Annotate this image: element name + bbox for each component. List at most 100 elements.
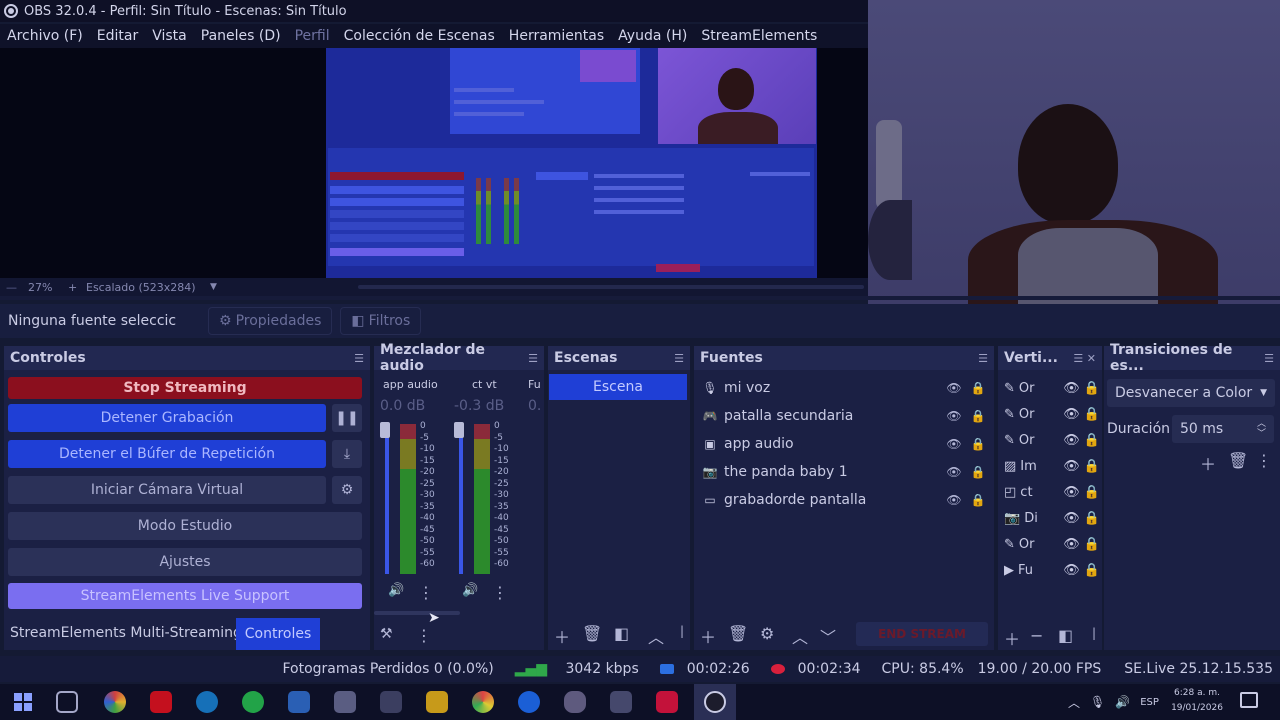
streamelements-support-button[interactable]: StreamElements Live Support [8, 583, 362, 609]
properties-button[interactable]: ⚙ Propiedades [208, 307, 333, 335]
save-replay-button[interactable]: ⤓ [332, 440, 362, 468]
dock-menu-icon[interactable]: ☰ [978, 352, 988, 365]
move-source-up-button[interactable]: ︿ [792, 624, 808, 648]
vertical-source-more-button[interactable]: | [1092, 626, 1096, 640]
remove-vertical-source-button[interactable]: − [1030, 626, 1043, 645]
move-scene-down-button[interactable]: | [680, 624, 684, 638]
taskbar-active-app[interactable] [694, 684, 736, 720]
remove-source-button[interactable]: 🗑 [728, 624, 748, 643]
volume-fader-handle[interactable] [380, 422, 390, 438]
transition-select[interactable]: Desvanecer a Color ▼ [1107, 379, 1275, 407]
duration-spinbox[interactable]: 50 ms ︿ ﹀ [1172, 415, 1274, 443]
lock-icon[interactable]: 🔒 [1084, 407, 1100, 422]
lock-icon[interactable]: 🔒 [966, 493, 990, 507]
pause-recording-button[interactable]: ❚❚ [332, 404, 362, 432]
language-indicator[interactable]: ESP [1140, 697, 1159, 708]
eye-icon[interactable]: 👁 [1063, 381, 1080, 396]
eye-icon[interactable]: 👁 [1063, 563, 1080, 578]
mute-button[interactable]: 🔊 [388, 583, 404, 598]
menu-vista[interactable]: Vista [145, 28, 194, 44]
lock-icon[interactable]: 🔒 [966, 437, 990, 451]
move-scene-up-button[interactable]: ︿ [648, 624, 664, 648]
preview-scrollbar[interactable] [358, 285, 864, 289]
dock-menu-icon[interactable]: ☰ [354, 352, 364, 365]
source-row[interactable]: 🎮 patalla secundaria 👁 🔒 [700, 403, 990, 429]
eye-icon[interactable]: 👁 [1063, 433, 1080, 448]
source-row[interactable]: 📷 the panda baby 1 👁 🔒 [700, 459, 990, 485]
lock-icon[interactable]: 🔒 [966, 409, 990, 423]
stop-replay-buffer-button[interactable]: Detener el Búfer de Repetición [8, 440, 326, 468]
lock-icon[interactable]: 🔒 [1084, 511, 1100, 526]
spin-arrows-icon[interactable]: ︿ ﹀ [1257, 419, 1266, 439]
eye-icon[interactable]: 👁 [942, 465, 966, 479]
menu-coleccion-escenas[interactable]: Colección de Escenas [337, 28, 502, 44]
tab-controles[interactable]: Controles [236, 618, 320, 650]
camera-app-icon[interactable] [610, 691, 632, 713]
vertical-source-row[interactable]: ◰ ct 👁 🔒 [1004, 479, 1100, 505]
menu-herramientas[interactable]: Herramientas [502, 28, 611, 44]
vertical-source-row[interactable]: ✎ Or 👁 🔒 [1004, 531, 1100, 557]
whatsapp-icon[interactable] [242, 691, 264, 713]
menu-streamelements[interactable]: StreamElements [694, 28, 824, 44]
lock-icon[interactable]: 🔒 [966, 465, 990, 479]
vertical-source-filters-button[interactable]: ◧ [1058, 626, 1073, 645]
mixer-scrollbar[interactable] [374, 611, 460, 615]
add-vertical-source-button[interactable]: ＋ [1004, 626, 1020, 650]
volume-fader[interactable] [459, 424, 463, 574]
mute-button[interactable]: 🔊 [462, 583, 478, 598]
zoom-out-button[interactable]: — [0, 281, 28, 294]
volume-icon[interactable]: 🔊 [1115, 695, 1130, 709]
edge-icon[interactable] [196, 691, 218, 713]
menu-archivo[interactable]: Archivo (F) [0, 28, 90, 44]
lock-icon[interactable]: 🔒 [1084, 459, 1100, 474]
add-scene-button[interactable]: ＋ [554, 624, 570, 648]
vertical-source-row[interactable]: ✎ Or 👁 🔒 [1004, 427, 1100, 453]
source-row[interactable]: ▭ grabadorde pantalla 👁 🔒 [700, 487, 990, 513]
dock-menu-icon[interactable]: ☰ [528, 352, 538, 365]
eye-icon[interactable]: 👁 [1063, 485, 1080, 500]
vertical-source-row[interactable]: ✎ Or 👁 🔒 [1004, 375, 1100, 401]
stop-streaming-button[interactable]: Stop Streaming [8, 377, 362, 399]
copilot-icon[interactable] [104, 691, 126, 713]
settings-button[interactable]: Ajustes [8, 548, 362, 576]
dock-menu-icon[interactable]: ☰ [674, 352, 684, 365]
end-stream-button[interactable]: END STREAM [856, 622, 988, 646]
studio-mode-button[interactable]: Modo Estudio [8, 512, 362, 540]
facebook-icon[interactable] [518, 691, 540, 713]
vertical-source-row[interactable]: ✎ Or 👁 🔒 [1004, 401, 1100, 427]
vertical-source-row[interactable]: ▶ Fu 👁 🔒 [1004, 557, 1100, 583]
remove-scene-button[interactable]: 🗑 [582, 624, 602, 643]
zoom-dropdown-icon[interactable]: ▼ [210, 282, 217, 292]
lock-icon[interactable]: 🔒 [1084, 381, 1100, 396]
app-icon[interactable] [564, 691, 586, 713]
lock-icon[interactable]: 🔒 [966, 381, 990, 395]
transition-menu-button[interactable]: ⋮ [1256, 451, 1272, 470]
menu-ayuda[interactable]: Ayuda (H) [611, 28, 694, 44]
start-button-icon[interactable] [12, 691, 34, 713]
tab-streamelements-multistreaming[interactable]: StreamElements Multi-Streaming [10, 625, 242, 641]
eye-icon[interactable]: 👁 [1063, 537, 1080, 552]
tiktok-icon[interactable] [656, 691, 678, 713]
dock-menu-icon[interactable]: ☰ [1264, 352, 1274, 365]
eye-icon[interactable]: 👁 [942, 493, 966, 507]
mixer-menu-button[interactable]: ⋮ [416, 626, 432, 645]
youtube-icon[interactable] [150, 691, 172, 713]
source-properties-button[interactable]: ⚙ [760, 624, 774, 643]
menu-editar[interactable]: Editar [90, 28, 145, 44]
vertical-source-row[interactable]: ▨ Im 👁 🔒 [1004, 453, 1100, 479]
filters-button[interactable]: ◧ Filtros [340, 307, 422, 335]
advanced-audio-button[interactable]: ⚒ [380, 626, 393, 642]
add-transition-button[interactable]: ＋ [1200, 451, 1216, 475]
stop-recording-button[interactable]: Detener Grabación [8, 404, 326, 432]
zoom-in-button[interactable]: + [68, 281, 86, 294]
notifications-icon[interactable] [1240, 692, 1258, 708]
file-explorer-icon[interactable] [426, 691, 448, 713]
chrome-icon[interactable] [472, 691, 494, 713]
volume-fader[interactable] [385, 424, 389, 574]
virtual-camera-settings-button[interactable]: ⚙ [332, 476, 362, 504]
mic-icon[interactable]: 🎙 [1090, 695, 1105, 709]
source-row[interactable]: 🎙 mi voz 👁 🔒 [700, 375, 990, 401]
eye-icon[interactable]: 👁 [942, 409, 966, 423]
dock-close-icon[interactable]: ☰ ✕ [1073, 352, 1096, 365]
eye-icon[interactable]: 👁 [1063, 459, 1080, 474]
